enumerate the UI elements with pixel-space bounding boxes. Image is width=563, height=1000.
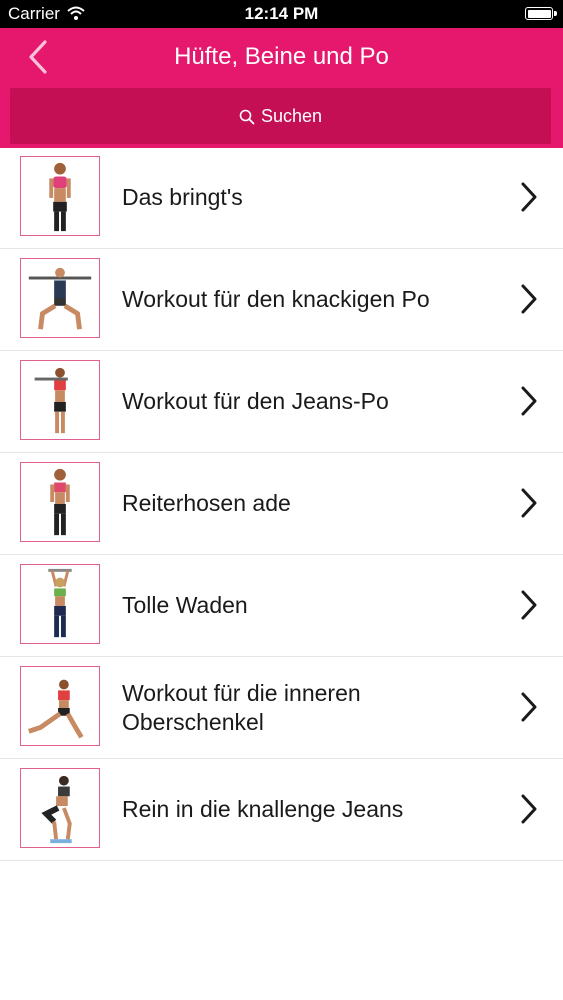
thumbnail-image: [20, 768, 100, 848]
list-item[interactable]: Workout für den Jeans-Po: [0, 351, 563, 453]
thumbnail-image: [20, 156, 100, 236]
chevron-right-icon: [521, 386, 537, 416]
search-bar: Suchen: [0, 86, 563, 148]
chevron-right-icon: [521, 182, 537, 212]
search-placeholder: Suchen: [260, 106, 323, 126]
standing-pose-icon: [50, 468, 70, 536]
status-time: 12:14 PM: [244, 4, 319, 23]
list-item[interactable]: Das bringt's: [0, 147, 563, 249]
arms-overhead-icon: [48, 568, 72, 638]
squat-with-bar-icon: [28, 267, 92, 330]
chevron-left-icon[interactable]: [24, 39, 54, 75]
thumbnail-image: [20, 666, 100, 746]
list-item[interactable]: Reiterhosen ade: [0, 453, 563, 555]
search-icon: [239, 109, 255, 125]
thumbnail-image: [20, 462, 100, 542]
list-item-label: Das bringt's: [122, 184, 243, 210]
list-item-label: Workout für den knackigen Po: [122, 286, 430, 312]
list-item[interactable]: Tolle Waden: [0, 555, 563, 657]
status-bar: Carrier 12:14 PM: [0, 0, 563, 28]
list-item[interactable]: Workout für den knackigen Po: [0, 249, 563, 351]
chevron-right-icon: [521, 794, 537, 824]
squat-icon: [41, 775, 72, 844]
chevron-right-icon: [521, 692, 537, 722]
list-item-label: Workout für den Jeans-Po: [122, 388, 389, 414]
list-item[interactable]: Workout für die inneren Oberschenkel: [0, 657, 563, 759]
list-item-label: Rein in die knallenge Jeans: [122, 796, 404, 822]
workout-list: Das bringt's Workout für den knackigen P…: [0, 147, 563, 861]
chevron-right-icon: [521, 488, 537, 518]
battery-icon: [525, 7, 557, 20]
navigation-bar: Hüfte, Beine und Po: [0, 28, 563, 86]
list-item-label: Workout für die inneren Oberschenkel: [122, 680, 361, 735]
list-item-label: Tolle Waden: [122, 592, 248, 618]
standing-pose-icon: [49, 162, 71, 232]
page-title: Hüfte, Beine und Po: [174, 43, 389, 70]
list-item[interactable]: Rein in die knallenge Jeans: [0, 759, 563, 861]
thumbnail-image: [20, 564, 100, 644]
thumbnail-image: [20, 360, 100, 440]
side-lunge-icon: [28, 679, 84, 739]
list-item-label: Reiterhosen ade: [122, 490, 291, 516]
chevron-right-icon: [521, 284, 537, 314]
chevron-right-icon: [521, 590, 537, 620]
thumbnail-image: [20, 258, 100, 338]
search-input[interactable]: Suchen: [10, 88, 551, 144]
standing-with-bar-icon: [34, 367, 68, 434]
